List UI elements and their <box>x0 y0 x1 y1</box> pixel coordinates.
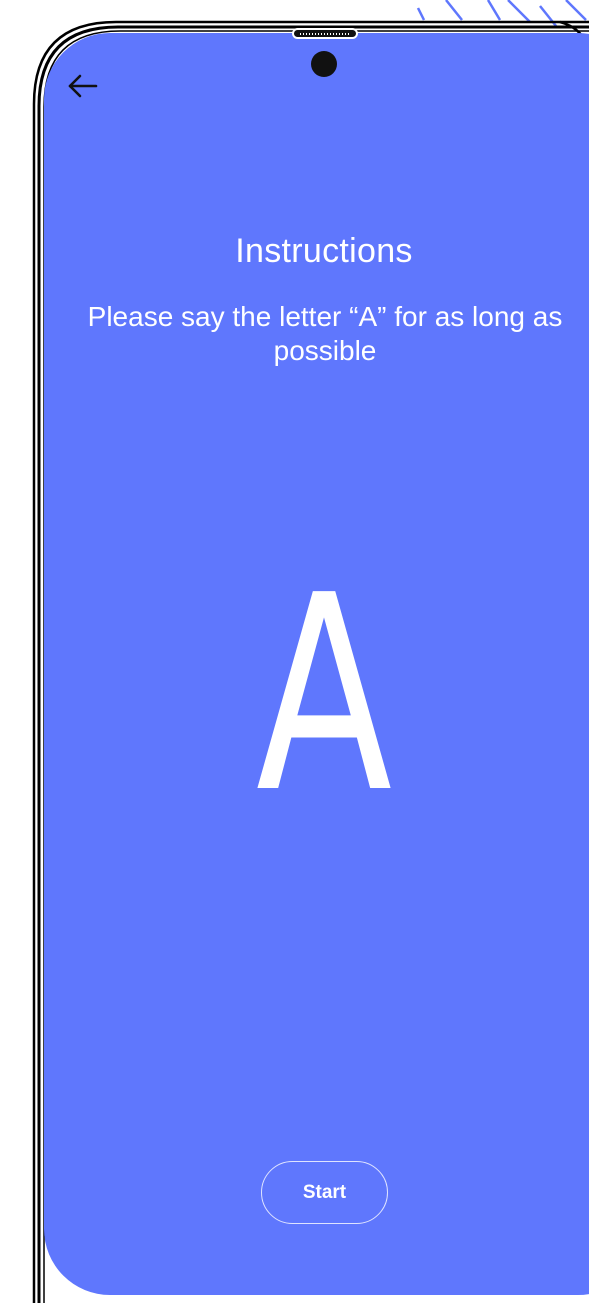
speaker-grille-pattern <box>300 33 350 35</box>
back-button[interactable] <box>62 68 102 104</box>
speaker-grille <box>292 28 358 39</box>
stage: Instructions Please say the letter “A” f… <box>0 0 589 1303</box>
display-letter: A <box>255 537 393 852</box>
instruction-text: Please say the letter “A” for as long as… <box>87 301 563 366</box>
start-button[interactable]: Start <box>261 1161 388 1224</box>
page-title: Instructions <box>235 232 413 270</box>
front-camera <box>311 51 337 77</box>
arrow-left-icon <box>68 74 98 98</box>
